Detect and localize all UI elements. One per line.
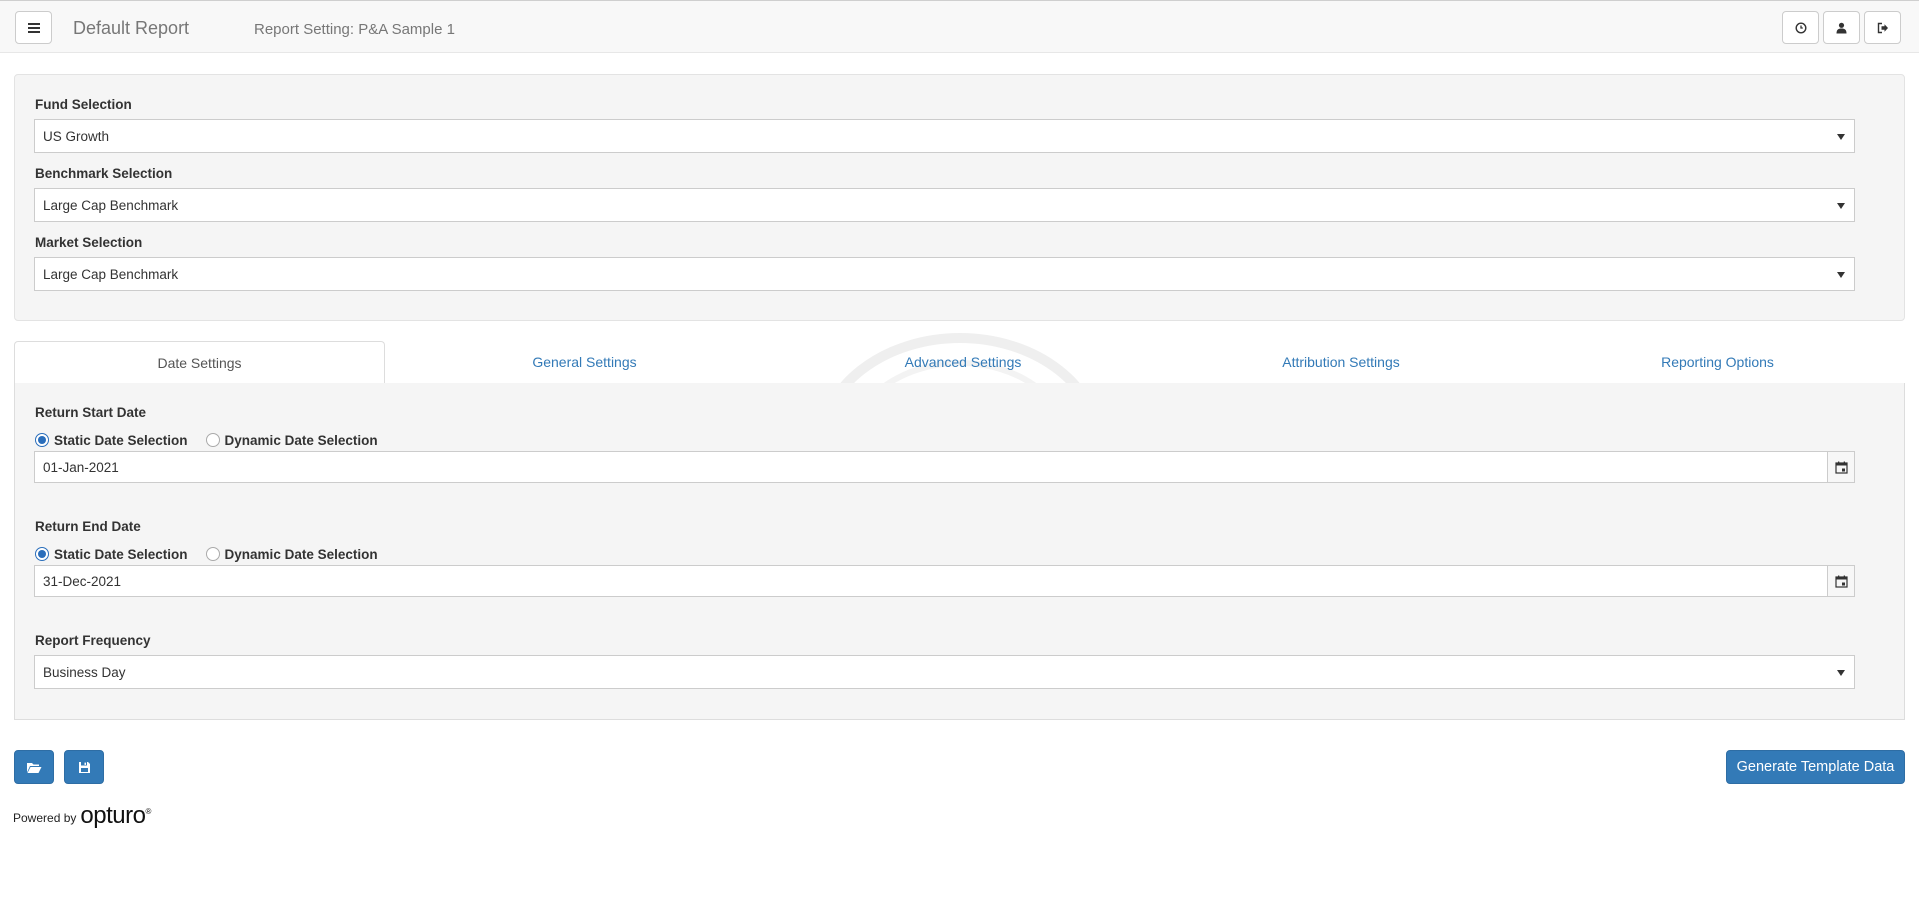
fund-select-value: US Growth: [43, 129, 110, 144]
powered-by-text: Powered by: [13, 811, 77, 825]
caret-down-icon: [1837, 203, 1845, 209]
fund-select[interactable]: US Growth: [34, 119, 1855, 153]
end-static-radio[interactable]: [35, 547, 49, 561]
end-dynamic-label[interactable]: Dynamic Date Selection: [225, 547, 378, 562]
return-start-date-label: Return Start Date: [35, 405, 147, 420]
open-template-button[interactable]: [14, 750, 54, 784]
start-dynamic-radio[interactable]: [205, 433, 220, 447]
end-date-mode-group: Static Date Selection Dynamic Date Selec…: [35, 545, 396, 563]
benchmark-selection-label: Benchmark Selection: [35, 166, 173, 181]
caret-down-icon: [1837, 272, 1845, 278]
start-dynamic-label[interactable]: Dynamic Date Selection: [225, 433, 378, 448]
powered-by-footer: Powered by opturo®: [13, 800, 151, 828]
user-button[interactable]: [1823, 11, 1860, 44]
menu-toggle-button[interactable]: [15, 11, 52, 44]
app-title: Default Report: [73, 18, 190, 38]
selection-panel: Fund Selection US Growth Benchmark Selec…: [14, 74, 1905, 321]
tab-attribution-settings[interactable]: Attribution Settings: [1152, 341, 1530, 384]
start-date-mode-group: Static Date Selection Dynamic Date Selec…: [35, 431, 396, 449]
report-frequency-value: Business Day: [43, 665, 126, 680]
end-dynamic-radio[interactable]: [205, 547, 220, 561]
tab-date-settings[interactable]: Date Settings: [14, 341, 385, 385]
report-frequency-label: Report Frequency: [35, 633, 151, 648]
date-settings-panel: Return Start Date Static Date Selection …: [14, 383, 1905, 720]
end-static-label[interactable]: Static Date Selection: [54, 547, 188, 562]
opturo-logo: opturo®: [80, 802, 151, 829]
report-setting-label: Report Setting: P&A Sample 1: [254, 21, 455, 38]
market-selection-label: Market Selection: [35, 235, 143, 250]
start-static-label[interactable]: Static Date Selection: [54, 433, 188, 448]
caret-down-icon: [1837, 670, 1845, 676]
save-template-button[interactable]: [64, 750, 104, 784]
end-date-input[interactable]: 31-Dec-2021: [34, 565, 1855, 597]
help-clock-icon: [1794, 21, 1807, 34]
top-navbar: Default Report Report Setting: P&A Sampl…: [0, 0, 1919, 53]
benchmark-select[interactable]: Large Cap Benchmark: [34, 188, 1855, 222]
fund-selection-label: Fund Selection: [35, 97, 132, 112]
tab-advanced-settings[interactable]: Advanced Settings: [774, 341, 1152, 384]
end-date-calendar-button[interactable]: [1827, 566, 1854, 596]
return-end-date-label: Return End Date: [35, 519, 141, 534]
folder-open-icon: [27, 762, 42, 773]
end-date-value: 31-Dec-2021: [43, 574, 122, 589]
calendar-icon: [1834, 575, 1848, 588]
brand-name: opturo: [80, 802, 146, 829]
help-button[interactable]: [1782, 11, 1819, 44]
calendar-icon: [1834, 461, 1848, 474]
start-date-input[interactable]: 01-Jan-2021: [34, 451, 1855, 483]
generate-template-data-button[interactable]: Generate Template Data: [1726, 750, 1905, 784]
hamburger-menu-icon: [27, 22, 40, 33]
benchmark-select-value: Large Cap Benchmark: [43, 198, 179, 213]
logout-button[interactable]: [1864, 11, 1901, 44]
floppy-disk-icon: [78, 761, 90, 773]
tab-general-settings[interactable]: General Settings: [395, 341, 774, 384]
user-icon: [1836, 22, 1847, 33]
start-static-radio[interactable]: [35, 433, 49, 447]
logout-icon: [1877, 22, 1888, 33]
tab-reporting-options[interactable]: Reporting Options: [1530, 341, 1905, 384]
start-date-calendar-button[interactable]: [1827, 452, 1854, 482]
start-date-value: 01-Jan-2021: [43, 460, 119, 475]
caret-down-icon: [1837, 134, 1845, 140]
settings-tabs: Date Settings General Settings Advanced …: [14, 341, 1905, 385]
report-frequency-select[interactable]: Business Day: [34, 655, 1855, 689]
market-select-value: Large Cap Benchmark: [43, 267, 179, 282]
market-select[interactable]: Large Cap Benchmark: [34, 257, 1855, 291]
